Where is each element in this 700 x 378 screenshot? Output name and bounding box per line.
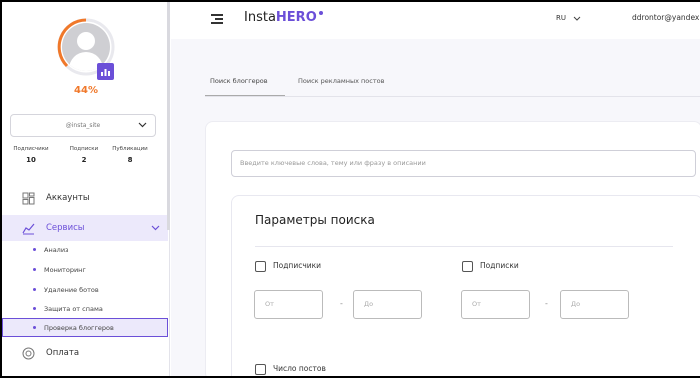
followers-from-input[interactable]: От: [254, 290, 323, 319]
main-content: Поиск блоггеров Поиск рекламных постов В…: [171, 39, 700, 376]
search-params: Параметры поиска Подписчики Подписки От …: [231, 195, 700, 376]
top-bar: InstaHERO RU ddrontor@yandex.r: [171, 2, 700, 39]
profile-stats: Подписчики 10 Подписки 2 Публикации 8: [2, 146, 170, 174]
account-select-value: @insta_site: [65, 122, 101, 129]
followers-to-input[interactable]: До: [353, 290, 422, 319]
stat-followers: Подписчики 10: [13, 146, 49, 164]
nav-services[interactable]: Сервисы: [2, 215, 168, 241]
chevron-down-icon: [573, 16, 581, 21]
sub-item-spam-protection[interactable]: Защита от спама: [2, 300, 168, 318]
app-window: 44% @insta_site Подписчики 10 Подписки 2…: [0, 0, 700, 378]
sidebar-scrollbar[interactable]: [167, 2, 170, 230]
chevron-down-icon: [138, 122, 147, 128]
range-dash: -: [340, 299, 343, 308]
chart-line-icon: [22, 223, 35, 235]
tab-ad-post-search[interactable]: Поиск рекламных постов: [298, 75, 384, 97]
range-dash: -: [545, 299, 548, 308]
sub-item-blogger-check[interactable]: Проверка блоггеров: [2, 318, 168, 337]
user-email[interactable]: ddrontor@yandex.r: [632, 13, 700, 22]
payment-icon: [22, 347, 35, 360]
sub-item-remove-bots[interactable]: Удаление ботов: [2, 281, 168, 299]
search-input[interactable]: Введите ключевые слова, тему или фразу в…: [231, 150, 696, 177]
sub-item-monitoring[interactable]: Мониторинг: [2, 261, 168, 279]
following-checkbox[interactable]: [462, 261, 473, 272]
profile-percent: 44%: [74, 85, 98, 96]
posts-checkbox[interactable]: [255, 364, 266, 375]
language-select[interactable]: RU: [556, 14, 581, 22]
followers-label: Подписчики: [273, 261, 322, 270]
nav-accounts[interactable]: Аккаунты: [2, 185, 168, 211]
sidebar: 44% @insta_site Подписчики 10 Подписки 2…: [2, 2, 170, 376]
stat-following: Подписки 2: [69, 146, 99, 164]
menu-icon[interactable]: [211, 14, 223, 24]
following-from-input[interactable]: От: [461, 290, 530, 319]
sub-item-analysis[interactable]: Анализ: [2, 241, 168, 259]
dashboard-icon: [22, 192, 35, 205]
posts-label: Число постов: [273, 364, 326, 373]
tab-blogger-search[interactable]: Поиск блоггеров: [205, 75, 285, 97]
account-select[interactable]: @insta_site: [10, 114, 156, 137]
search-panel: Введите ключевые слова, тему или фразу в…: [205, 121, 700, 376]
following-to-input[interactable]: До: [560, 290, 629, 319]
chart-badge-icon[interactable]: [97, 63, 114, 80]
following-label: Подписки: [480, 261, 519, 270]
app-logo[interactable]: InstaHERO: [244, 10, 323, 25]
nav-payment[interactable]: Оплата: [2, 340, 168, 366]
stat-posts: Публикации 8: [112, 146, 148, 164]
followers-checkbox[interactable]: [255, 261, 266, 272]
params-title: Параметры поиска: [255, 213, 375, 227]
chevron-down-icon: [151, 225, 160, 231]
